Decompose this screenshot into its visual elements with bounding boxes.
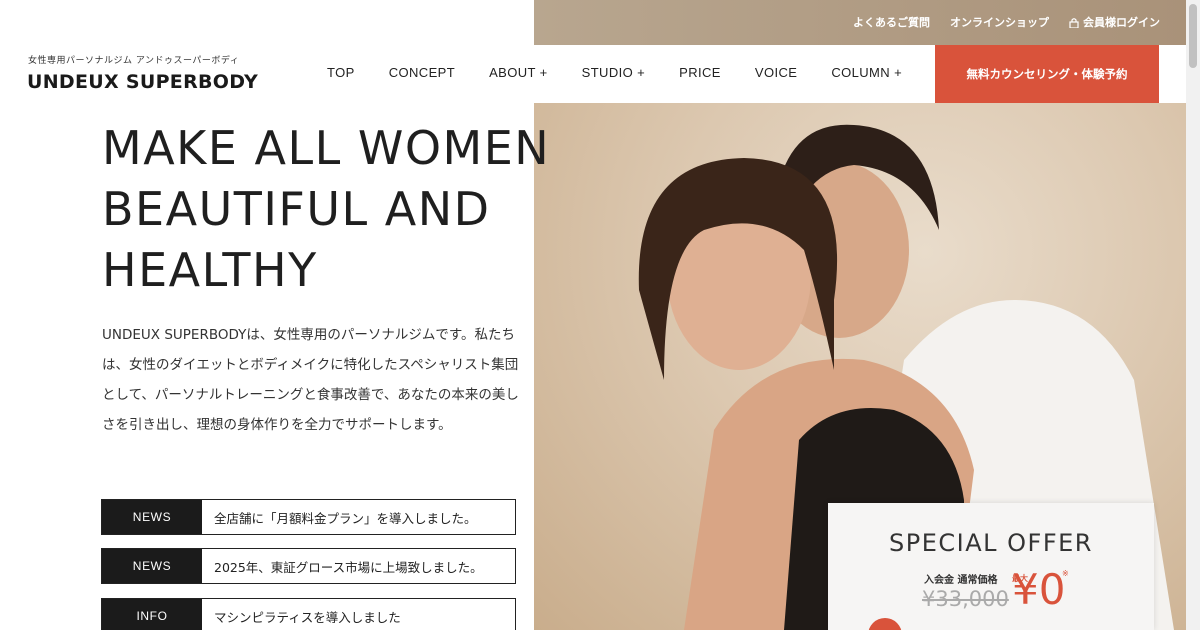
free-counseling-button[interactable]: 無料カウンセリング・体験予約 <box>935 45 1159 103</box>
news-text: 全店舗に「月額料金プラン」を導入しました。 <box>214 510 477 526</box>
nav-item-about[interactable]: ABOUT + <box>489 65 548 80</box>
nav-item-top[interactable]: TOP <box>327 65 355 80</box>
nav-item-column[interactable]: COLUMN + <box>831 65 902 80</box>
headline-line: MAKE ALL WOMEN <box>102 121 551 175</box>
news-tag: INFO <box>102 599 202 630</box>
nav-item-concept[interactable]: CONCEPT <box>389 65 455 80</box>
utility-nav: よくあるご質問 オンラインショップ 会員様ログイン <box>853 14 1160 30</box>
nav-item-voice[interactable]: VOICE <box>755 65 797 80</box>
headline-line: HEALTHY <box>102 243 318 297</box>
news-item[interactable]: INFO マシンピラティスを導入しました <box>101 598 516 630</box>
nav-item-price[interactable]: PRICE <box>679 65 721 80</box>
offer-title: SPECIAL OFFER <box>889 529 1093 557</box>
news-tag: NEWS <box>102 549 202 583</box>
site-header: 女性専用パーソナルジム アンドゥスーパーボディ UNDEUX SUPERBODY… <box>0 45 1186 103</box>
nav-item-studio[interactable]: STUDIO + <box>582 65 646 80</box>
offer-note: ※ <box>1062 569 1069 578</box>
main-nav: TOP CONCEPT ABOUT + STUDIO + PRICE VOICE… <box>310 65 919 80</box>
page-scrollbar[interactable] <box>1186 0 1200 630</box>
hero-headline: MAKE ALL WOMEN BEAUTIFUL AND HEALTHY <box>102 118 550 301</box>
headline-line: BEAUTIFUL AND <box>102 182 491 236</box>
news-text: 2025年、東証グロース市場に上場致しました。 <box>214 559 483 575</box>
brand-subtitle: 女性専用パーソナルジム アンドゥスーパーボディ <box>28 56 240 66</box>
offer-label: 入会金 通常価格 <box>924 575 998 586</box>
scrollbar-thumb[interactable] <box>1189 4 1197 68</box>
lock-icon <box>1069 17 1079 28</box>
news-text: マシンピラティスを導入しました <box>214 609 401 625</box>
hero-intro-text: UNDEUX SUPERBODYは、女性専用のパーソナルジムです。私たちは、女性… <box>102 327 519 433</box>
member-login-link[interactable]: 会員様ログイン <box>1069 14 1160 30</box>
online-shop-link[interactable]: オンラインショップ <box>950 14 1049 30</box>
news-tag: NEWS <box>102 500 202 534</box>
special-offer-box[interactable]: SPECIAL OFFER 入会金 通常価格 ¥33,000 最大 ¥0 ※ <box>828 503 1154 630</box>
offer-new-price: ¥0 <box>1012 565 1066 614</box>
offer-old-price: ¥33,000 <box>922 587 1009 611</box>
news-item[interactable]: NEWS 2025年、東証グロース市場に上場致しました。 <box>101 548 516 584</box>
brand-logo[interactable]: UNDEUX SUPERBODY <box>27 71 258 93</box>
faq-link[interactable]: よくあるご質問 <box>853 14 930 30</box>
member-login-label: 会員様ログイン <box>1083 16 1160 29</box>
news-item[interactable]: NEWS 全店舗に「月額料金プラン」を導入しました。 <box>101 499 516 535</box>
